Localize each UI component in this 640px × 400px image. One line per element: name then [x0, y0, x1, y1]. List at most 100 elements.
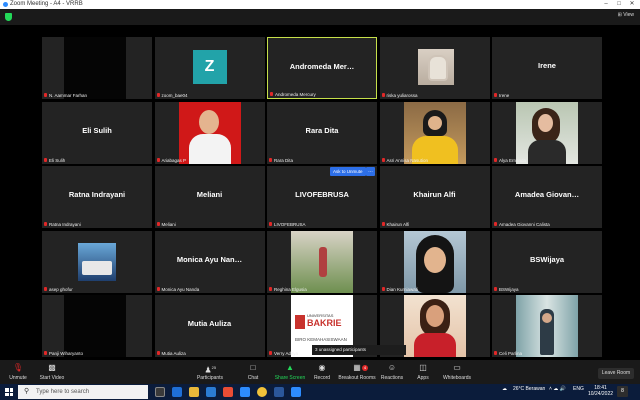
- participant-video: [403, 230, 466, 293]
- mail-icon[interactable]: [206, 387, 216, 397]
- participants-button[interactable]: ♟25 Participants: [190, 363, 230, 381]
- participant-photo: [516, 101, 578, 164]
- participant-tile[interactable]: Ratna Indrayani Ratna Indrayani: [42, 166, 152, 228]
- participant-name-label: BSWijaya: [495, 287, 519, 292]
- participant-tile[interactable]: Panji Wiharyanto: [42, 295, 152, 357]
- minimize-button[interactable]: –: [600, 0, 612, 9]
- chrome-icon[interactable]: [257, 387, 267, 397]
- notification-center-button[interactable]: 8: [617, 386, 628, 397]
- apps-icon: ◫: [419, 363, 427, 372]
- participant-name-label: Alya Ernanda: [495, 158, 526, 163]
- participant-name: Amadea Giovanni Calista: [499, 222, 550, 227]
- participant-tile[interactable]: Monica Ayu Nan… Monica Ayu Nanda: [154, 230, 265, 293]
- participant-name: Alya Ernanda: [499, 157, 527, 163]
- zoom-app-icon[interactable]: [291, 387, 301, 397]
- meeting-topbar: [0, 9, 640, 25]
- more-options-button[interactable]: …: [366, 167, 375, 176]
- participant-tile[interactable]: N. Aammar Farhan: [42, 37, 152, 99]
- participant-avatar: Z: [192, 50, 227, 84]
- edge-icon[interactable]: [172, 387, 182, 397]
- clock-date: 10/24/2022: [588, 391, 614, 397]
- chat-button[interactable]: □ Chat: [233, 363, 273, 381]
- participant-name-label: Ratna Indrayani: [45, 222, 81, 227]
- participant-name-label: N. Aammar Farhan: [45, 93, 87, 98]
- whiteboard-icon: ▭: [453, 363, 461, 372]
- word-icon[interactable]: [274, 387, 284, 397]
- participant-name: N. Aammar Farhan: [49, 93, 88, 98]
- participant-video: [403, 101, 466, 164]
- ask-to-unmute-button[interactable]: Ask to Unmute: [330, 167, 366, 176]
- participant-video: [64, 295, 126, 357]
- language-indicator[interactable]: ENG: [573, 386, 584, 392]
- participant-tile[interactable]: riska yuliarossa: [379, 37, 490, 99]
- participant-video: [64, 37, 126, 99]
- taskbar-search-input[interactable]: ⚲ Type here to search: [18, 385, 148, 399]
- participant-name-label: Verry Aditya: [270, 351, 298, 356]
- participant-tile[interactable]: Dian Kurniawati: [379, 230, 490, 293]
- participant-name-label: Monica Ayu Nanda: [158, 287, 200, 292]
- participant-name-label: LIVOFEBRUSA: [270, 222, 306, 227]
- participant-tile[interactable]: Asri Annisa Nasution: [379, 101, 490, 164]
- participant-display-name: Amadea Giovan…: [514, 190, 580, 199]
- weather-text[interactable]: 26°C Berawan: [513, 386, 545, 392]
- view-button[interactable]: ⊞ View: [618, 12, 634, 18]
- apps-label: Apps: [417, 375, 429, 381]
- participant-display-name: Meliani: [196, 190, 223, 199]
- reactions-label: Reactions: [380, 375, 404, 381]
- participant-tile[interactable]: Irene Irene: [492, 37, 602, 99]
- participant-tile[interactable]: Khairun Alfi Khairun Alfi: [379, 166, 490, 228]
- windows-start-icon[interactable]: [5, 388, 13, 396]
- participant-tile[interactable]: Celi Parlina: [492, 295, 602, 357]
- participant-tile[interactable]: Andromeda Mer… Andromeda Mercury: [267, 37, 377, 99]
- participant-name-label: Mutia Auliza: [158, 351, 186, 356]
- participant-tile[interactable]: Reghina Elgusia: [267, 230, 377, 293]
- participant-name: Celi Parlina: [499, 351, 523, 356]
- participant-grid: N. Aammar Farhan Zzoom_bae04 Andromeda Mer…: [42, 37, 602, 357]
- participant-tile[interactable]: Ariabagas P: [154, 101, 265, 164]
- participant-tile[interactable]: BSWijaya BSWijaya: [492, 230, 602, 293]
- start-video-button[interactable]: ▩ Start Video: [32, 363, 72, 381]
- participant-tile[interactable]: Alya Ernanda: [492, 101, 602, 164]
- participant-name-label: Celi Parlina: [495, 351, 522, 356]
- record-button[interactable]: ◉ Record: [302, 363, 342, 381]
- reactions-icon: ☺: [387, 363, 397, 372]
- security-shield-icon[interactable]: [5, 13, 12, 21]
- file-explorer-icon[interactable]: [189, 387, 199, 397]
- participants-icon: ♟25: [204, 365, 217, 375]
- task-view-icon[interactable]: [155, 387, 165, 397]
- whiteboards-button[interactable]: ▭ Whiteboards: [437, 363, 477, 381]
- participant-name-label: Rara Dita: [270, 158, 293, 163]
- weather-icon[interactable]: ☁: [502, 386, 507, 392]
- record-icon: ◉: [318, 363, 326, 372]
- tray-icons[interactable]: ˄ ☁ 🔊: [549, 386, 566, 392]
- close-button[interactable]: ✕: [626, 0, 638, 9]
- maximize-button[interactable]: □: [613, 0, 625, 9]
- participant-name: Reghina Elgusia: [274, 286, 307, 292]
- zoom-taskbar-icon[interactable]: [240, 387, 250, 397]
- participant-name: Meliani: [161, 222, 176, 227]
- participant-tile[interactable]: Rara Dita Rara Dita: [267, 101, 377, 164]
- participant-tile[interactable]: Meliani Meliani: [154, 166, 265, 228]
- participant-tile[interactable]: Mutia Auliza Mutia Auliza: [154, 295, 265, 357]
- participant-name: riska yuliarossa: [386, 93, 418, 98]
- breakout-rooms-label: Breakout Rooms: [338, 375, 376, 381]
- participant-tile[interactable]: asep ghofur: [42, 230, 152, 293]
- participant-tile[interactable]: Amadea Giovan… Amadea Giovanni Calista: [492, 166, 602, 228]
- participant-name-label: Amadea Giovanni Calista: [495, 222, 550, 227]
- participant-name-label: Asri Annisa Nasution: [383, 158, 429, 163]
- breakout-rooms-button[interactable]: ▦ Breakout Rooms: [337, 363, 377, 381]
- unmute-label: Unmute: [9, 375, 27, 381]
- participant-name: zoom_bae04: [161, 93, 188, 98]
- participant-tile[interactable]: Zzoom_bae04: [154, 37, 265, 99]
- participant-photo: [178, 101, 241, 164]
- bakrie-line3: BIRO KEMAHASISWAAN: [295, 337, 347, 342]
- taskbar-clock[interactable]: 18:41 10/24/2022: [588, 385, 613, 397]
- participant-name: asep ghofur: [49, 286, 73, 292]
- unassigned-participants-notice[interactable]: 3 unassigned participants: [312, 345, 406, 355]
- participants-count: 25: [211, 365, 217, 370]
- participant-tile[interactable]: Eli Sulih Eli Sulih: [42, 101, 152, 164]
- leave-room-button[interactable]: Leave Room: [598, 368, 634, 379]
- participant-photo: [403, 295, 466, 357]
- participant-name: Verry Aditya: [274, 351, 299, 356]
- office-icon[interactable]: [223, 387, 233, 397]
